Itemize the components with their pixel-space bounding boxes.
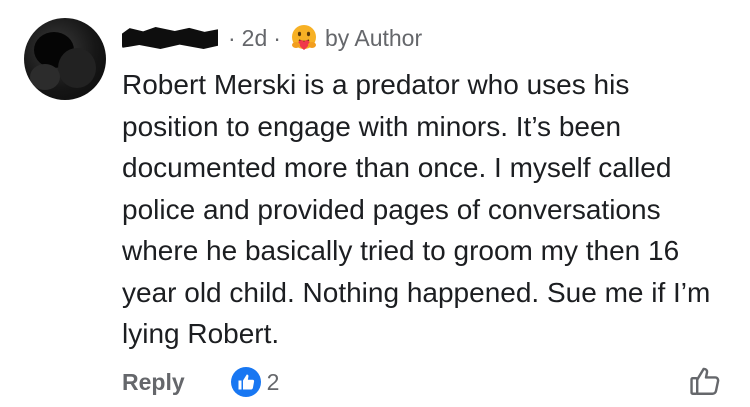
separator: ·	[228, 24, 236, 51]
comment-header: · 2d · by Author	[122, 20, 422, 56]
comment-actions: Reply 2	[122, 362, 279, 402]
avatar[interactable]	[24, 18, 106, 100]
separator: ·	[273, 24, 281, 51]
redacted-author-name[interactable]	[122, 27, 218, 49]
reaction-summary[interactable]: 2	[230, 367, 280, 397]
author-badge: by Author	[324, 24, 423, 51]
thumbs-up-outline-icon[interactable]	[688, 364, 722, 398]
avatar-redaction	[58, 48, 96, 88]
care-reaction-icon	[289, 23, 319, 53]
reply-button[interactable]: Reply	[122, 369, 185, 396]
comment-time[interactable]: 2d	[242, 25, 268, 52]
reaction-count: 2	[266, 368, 280, 395]
like-icon	[230, 367, 261, 397]
comment-text: Robert Merski is a predator who uses his…	[122, 69, 711, 349]
avatar-redaction	[30, 64, 60, 90]
